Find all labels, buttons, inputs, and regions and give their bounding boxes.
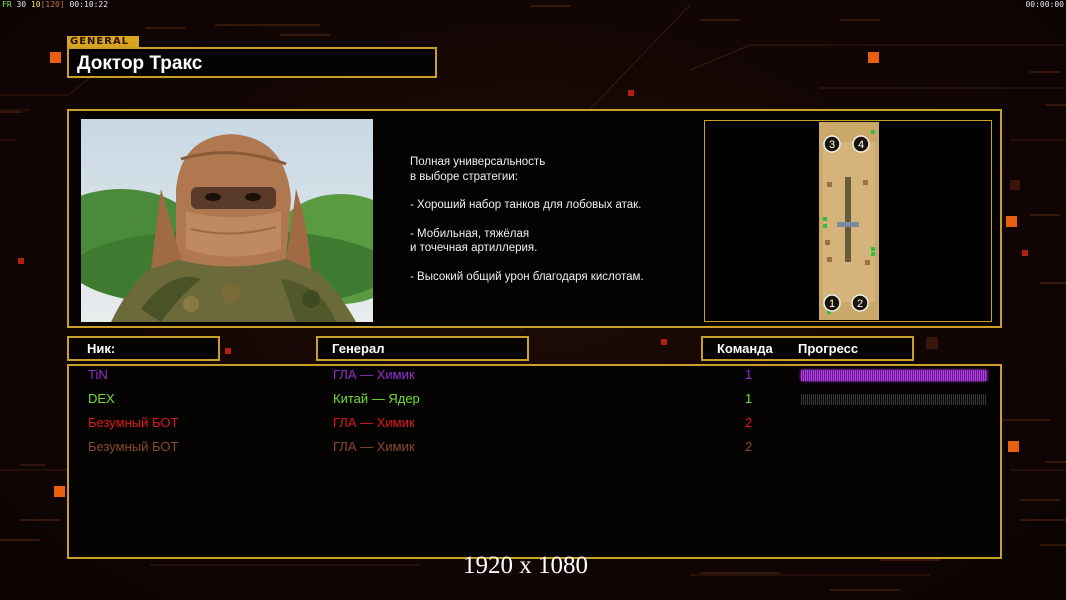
header-general: Генерал	[316, 336, 529, 361]
fps-label: FR	[2, 0, 12, 9]
loading-progress-bar	[801, 394, 987, 405]
player-general: ГЛА — Химик	[333, 367, 415, 382]
map-preview: 3 4 1 2	[704, 120, 992, 322]
game-timer: 00:10:22	[69, 0, 109, 9]
player-nick: DEX	[88, 391, 115, 406]
clock: 00:00:00	[1025, 0, 1064, 9]
header-team-progress: Команда Прогресс	[701, 336, 914, 361]
rate-value: 10	[30, 0, 41, 9]
resolution-overlay: 1920 x 1080	[463, 552, 588, 579]
progress-fill	[801, 370, 987, 381]
description-line: - Хороший набор танков для лобовых атак.	[410, 199, 642, 211]
rate-cap: [120]	[40, 0, 65, 9]
start-slot-label: 2	[857, 298, 863, 310]
player-nick: Безумный БОТ	[88, 439, 179, 454]
general-info-panel: Полная универсальность в выборе стратеги…	[67, 109, 1002, 328]
header-nick-label: Ник:	[87, 341, 116, 356]
start-slot-label: 3	[829, 139, 835, 151]
description-line: - Высокий общий урон благодаря кислотам.	[410, 270, 644, 283]
start-slot-label: 4	[858, 139, 864, 151]
description-line: Полная универсальность в выборе стратеги…	[410, 156, 546, 183]
player-team: 1	[745, 367, 753, 382]
general-portrait	[81, 119, 373, 322]
player-team: 2	[745, 439, 753, 454]
player-row: TiN ГЛА — Химик 1	[69, 367, 1004, 391]
general-name: Доктор Тракс	[77, 53, 203, 74]
player-row: Безумный БОТ ГЛА — Химик 2	[69, 439, 1004, 463]
header-progress-label: Прогресс	[798, 341, 859, 356]
player-nick: Безумный БОТ	[88, 415, 179, 430]
player-nick: TiN	[88, 367, 108, 382]
player-team: 1	[745, 391, 753, 406]
fps-counter: FR 30 10[120] 00:10:22	[2, 0, 108, 9]
player-row: DEX Китай — Ядер 1	[69, 391, 1004, 415]
player-general: Китай — Ядер	[333, 391, 420, 406]
player-list: TiN ГЛА — Химик 1 DEX Китай — Ядер 1 Без…	[67, 364, 1002, 559]
start-slot-label: 1	[829, 298, 835, 310]
player-team: 2	[745, 415, 753, 430]
general-tag: GENERAL	[67, 36, 139, 47]
description-line: - Мобильная, тяжёлая и точечная артиллер…	[410, 227, 538, 255]
loading-progress-bar	[801, 370, 987, 381]
general-description: Полная универсальность в выборе стратеги…	[410, 155, 710, 298]
general-title-box: Доктор Тракс	[67, 47, 437, 78]
player-general: ГЛА — Химик	[333, 415, 415, 430]
player-general: ГЛА — Химик	[333, 439, 415, 454]
player-row: Безумный БОТ ГЛА — Химик 2	[69, 415, 1004, 439]
header-nick: Ник:	[67, 336, 220, 361]
header-team-label: Команда	[717, 341, 773, 356]
fps-value: 30	[16, 0, 27, 9]
header-general-label: Генерал	[332, 341, 385, 356]
